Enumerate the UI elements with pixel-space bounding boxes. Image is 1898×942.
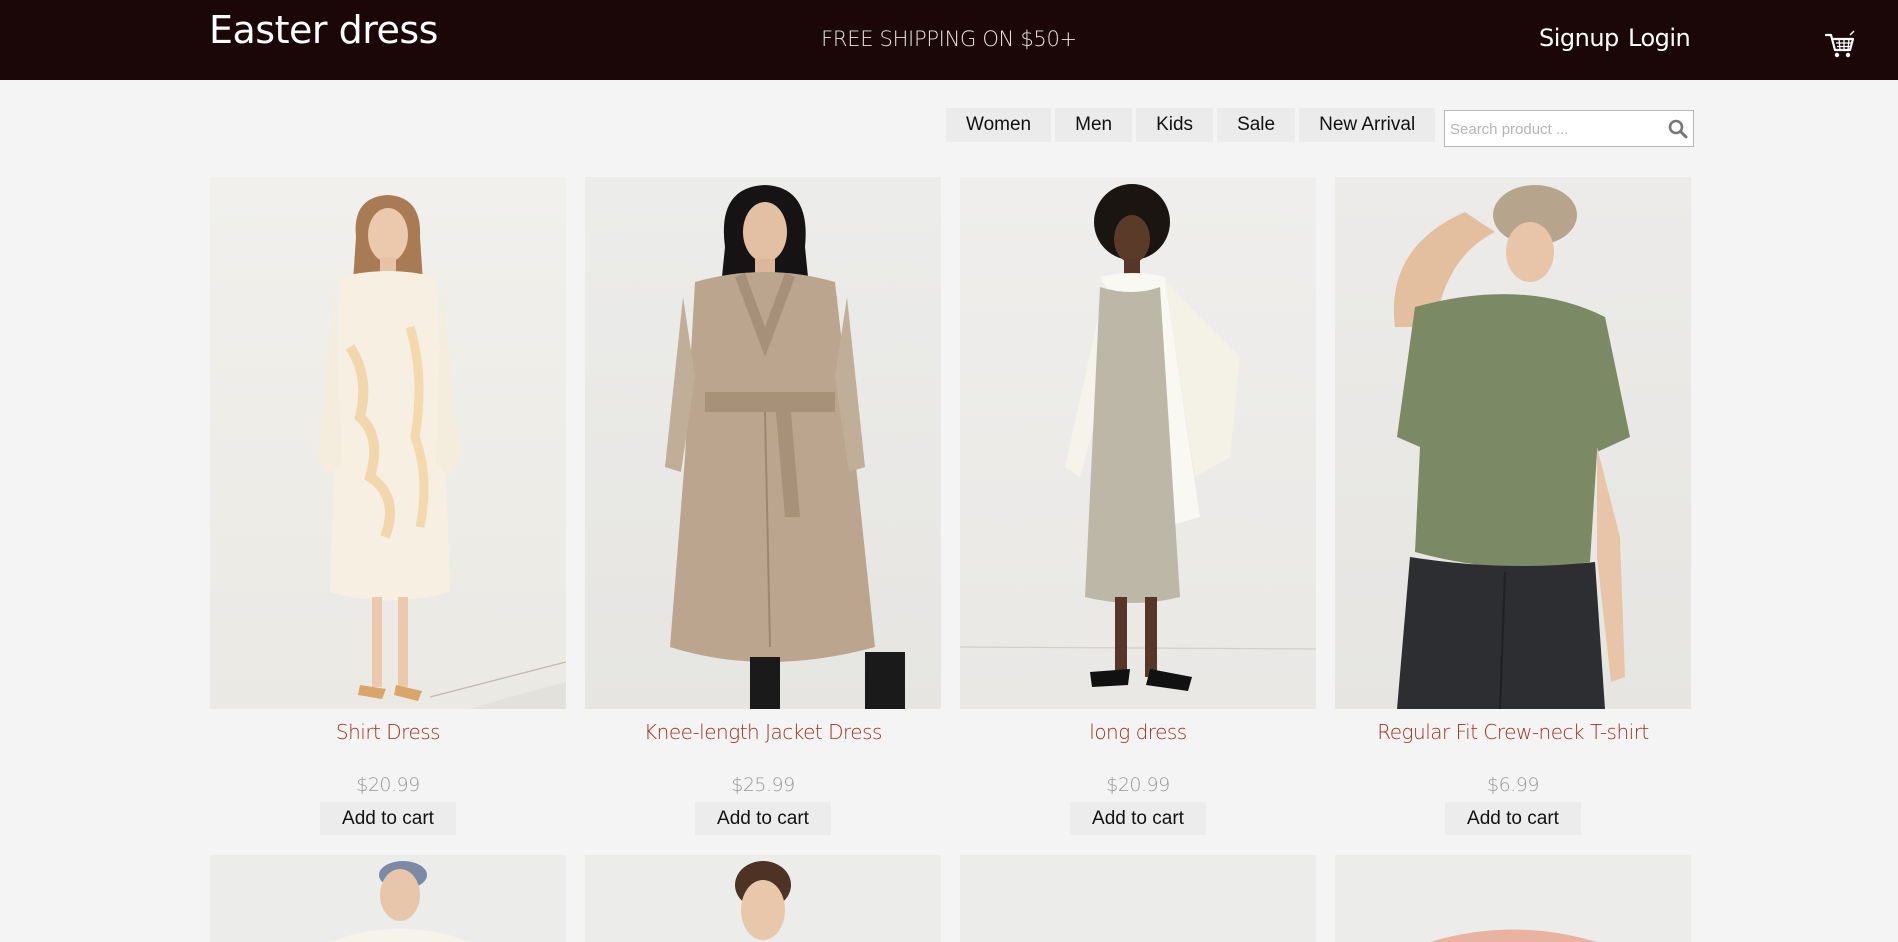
product-price: $6.99 — [1487, 774, 1539, 796]
model-photo-jacket-dress — [665, 185, 905, 709]
product-price: $20.99 — [356, 774, 420, 796]
product-image[interactable] — [960, 855, 1316, 942]
model-photo-kid — [735, 861, 791, 940]
product-price: $25.99 — [731, 774, 795, 796]
product-card: Shirt Dress $20.99 Add to cart — [210, 177, 566, 835]
product-image[interactable] — [585, 177, 941, 709]
product-image[interactable] — [1335, 855, 1691, 942]
add-to-cart-button[interactable]: Add to cart — [1445, 802, 1581, 835]
login-link[interactable]: Login — [1628, 24, 1691, 52]
add-to-cart-button[interactable]: Add to cart — [1070, 802, 1206, 835]
product-name[interactable]: Knee-length Jacket Dress — [585, 720, 941, 744]
product-image[interactable] — [210, 855, 566, 942]
signup-link[interactable]: Signup — [1539, 24, 1619, 52]
category-nav: Women Men Kids Sale New Arrival — [946, 108, 1439, 142]
product-image[interactable] — [1335, 177, 1691, 709]
product-price: $20.99 — [1106, 774, 1170, 796]
nav-item-kids[interactable]: Kids — [1136, 108, 1214, 142]
shopping-cart-icon[interactable] — [1824, 30, 1856, 60]
model-photo-shirt-dress — [318, 195, 566, 709]
product-card: Knee-length Jacket Dress $25.99 Add to c… — [585, 177, 941, 835]
product-name[interactable]: Regular Fit Crew-neck T-shirt — [1335, 720, 1691, 744]
nav-item-sale[interactable]: Sale — [1217, 108, 1296, 142]
product-card: Regular Fit Crew-neck T-shirt $6.99 Add … — [1335, 177, 1691, 835]
product-card: long dress $20.99 Add to cart — [960, 177, 1316, 835]
model-photo-tshirt — [1393, 185, 1630, 709]
top-header: Easter dress FREE SHIPPING ON $50+ Signu… — [0, 0, 1898, 80]
product-image[interactable] — [585, 855, 941, 942]
product-photo-pink-item — [1430, 929, 1597, 942]
product-name[interactable]: long dress — [960, 720, 1316, 744]
product-image[interactable] — [960, 177, 1316, 709]
model-photo-long-dress — [960, 184, 1316, 691]
search-input[interactable] — [1450, 117, 1660, 141]
product-name[interactable]: Shirt Dress — [210, 720, 566, 744]
nav-item-women[interactable]: Women — [946, 108, 1052, 142]
product-image[interactable] — [210, 177, 566, 709]
model-photo-cap — [330, 861, 470, 942]
add-to-cart-button[interactable]: Add to cart — [695, 802, 831, 835]
search-icon[interactable] — [1667, 118, 1689, 140]
nav-item-men[interactable]: Men — [1055, 108, 1133, 142]
search-box — [1444, 110, 1694, 147]
add-to-cart-button[interactable]: Add to cart — [320, 802, 456, 835]
nav-item-new-arrival[interactable]: New Arrival — [1299, 108, 1436, 142]
